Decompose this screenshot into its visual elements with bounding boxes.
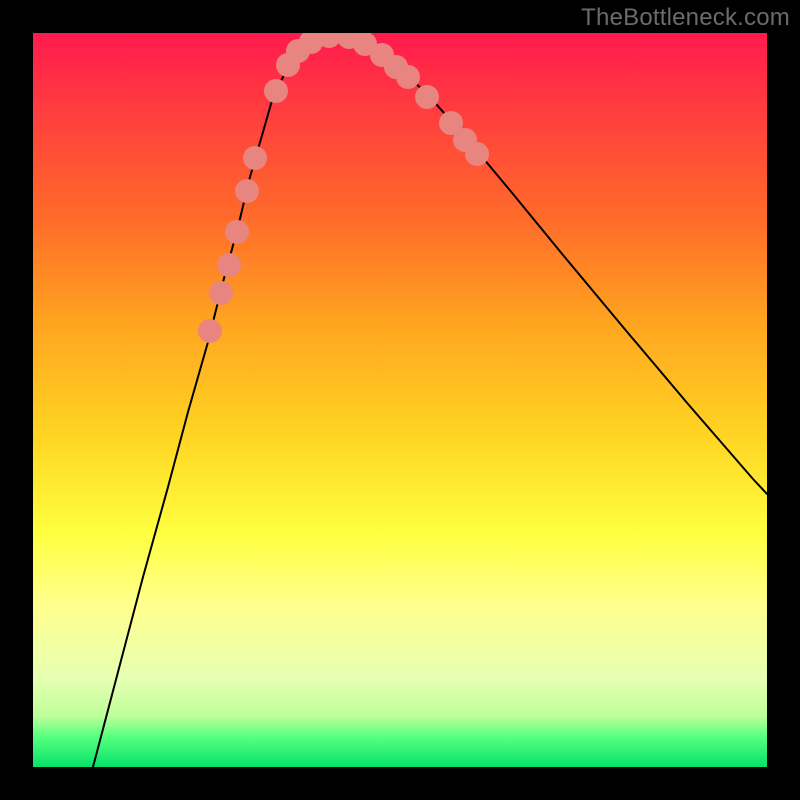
marker-dot <box>243 146 267 170</box>
data-markers <box>198 33 489 343</box>
main-curve <box>93 34 767 767</box>
chart-frame: TheBottleneck.com <box>0 0 800 800</box>
marker-dot <box>198 319 222 343</box>
plot-svg <box>33 33 767 767</box>
marker-dot <box>209 281 233 305</box>
marker-dot <box>225 220 249 244</box>
marker-dot <box>415 85 439 109</box>
watermark-text: TheBottleneck.com <box>581 4 790 32</box>
marker-dot <box>396 65 420 89</box>
marker-dot <box>465 142 489 166</box>
marker-dot <box>217 253 241 277</box>
marker-dot <box>235 179 259 203</box>
marker-dot <box>264 79 288 103</box>
